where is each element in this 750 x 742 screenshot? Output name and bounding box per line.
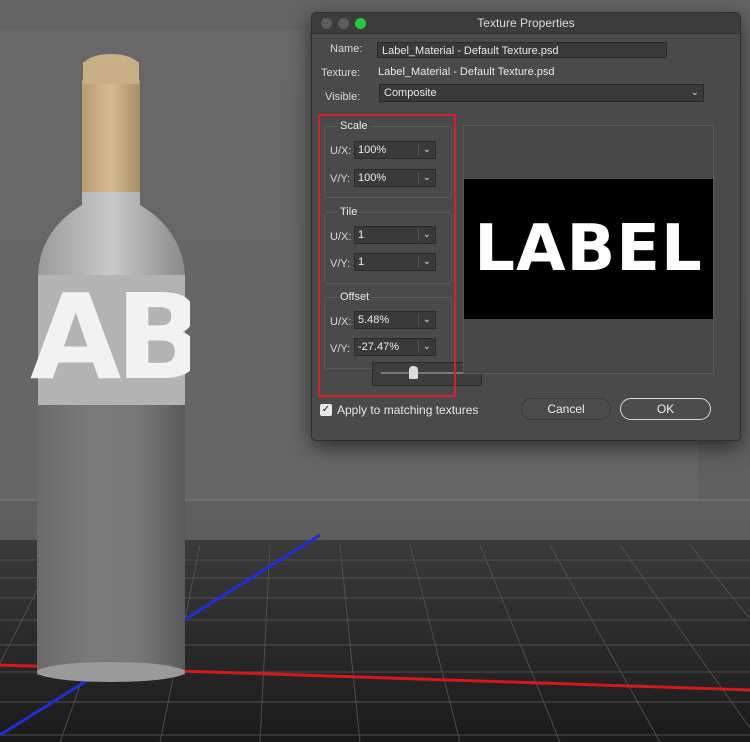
combo-divider [418,314,419,326]
offset-u-value: 5.48% [358,314,390,326]
offset-v-combo[interactable]: -27.47% ⌄ [354,338,436,356]
cancel-button[interactable]: Cancel [521,398,611,420]
combo-divider [418,172,419,184]
dialog-title: Texture Properties [477,16,575,30]
offset-v-label: V/Y: [330,343,351,355]
combo-divider [418,256,419,268]
tile-u-combo[interactable]: 1 ⌄ [354,226,436,244]
scale-u-label: U/X: [330,145,352,157]
ok-button[interactable]: OK [620,398,711,420]
combo-divider [418,144,419,156]
visible-select[interactable]: Composite ⌄ [379,84,704,102]
bottle-label-text: ABE [30,270,190,404]
visible-label: Visible: [325,91,361,103]
tile-v-combo[interactable]: 1 ⌄ [354,253,436,271]
chevron-down-icon[interactable]: ⌄ [423,170,431,186]
texture-properties-dialog: Texture Properties Name: Label_Material … [311,12,741,441]
scale-u-combo[interactable]: 100% ⌄ [354,141,436,159]
tile-u-value: 1 [358,229,365,241]
preview-label-image: LABEL [464,179,713,319]
apply-matching-label[interactable]: Apply to matching textures [337,403,478,417]
chevron-down-icon[interactable]: ⌄ [423,254,431,270]
chevron-down-icon[interactable]: ⌄ [423,227,431,243]
tile-u-label: U/X: [330,231,352,243]
texture-label: Texture: [321,67,361,79]
combo-divider [418,341,419,353]
scale-v-label: V/Y: [330,173,351,185]
offset-group [324,297,452,369]
tile-group-title: Tile [338,206,360,218]
checkmark-icon: ✓ [321,404,331,415]
visible-select-value: Composite [384,87,437,99]
slider-thumb-icon[interactable] [409,366,418,379]
tile-v-label: V/Y: [330,258,351,270]
dialog-titlebar[interactable]: Texture Properties [312,13,740,34]
offset-group-title: Offset [338,291,372,303]
apply-matching-checkbox[interactable]: ✓ [320,404,332,416]
scale-u-value: 100% [358,144,387,156]
chevron-down-icon[interactable]: ⌄ [423,339,431,355]
offset-u-combo[interactable]: 5.48% ⌄ [354,311,436,329]
slider-track[interactable] [381,372,473,374]
texture-value: Label_Material - Default Texture.psd [378,66,555,78]
offset-u-label: U/X: [330,316,352,328]
combo-divider [418,229,419,241]
chevron-down-icon[interactable]: ⌄ [423,142,431,158]
scale-group-title: Scale [338,120,370,132]
chevron-down-icon: ⌄ [690,87,699,98]
offset-v-value: -27.47% [358,341,399,353]
tile-group [324,212,452,284]
name-field[interactable]: Label_Material - Default Texture.psd [377,42,667,58]
tile-v-value: 1 [358,256,365,268]
scale-v-value: 100% [358,172,387,184]
scale-group [324,126,452,198]
chevron-down-icon[interactable]: ⌄ [423,312,431,328]
texture-preview: LABEL [463,125,714,374]
scale-v-combo[interactable]: 100% ⌄ [354,169,436,187]
name-label: Name: [330,43,363,55]
